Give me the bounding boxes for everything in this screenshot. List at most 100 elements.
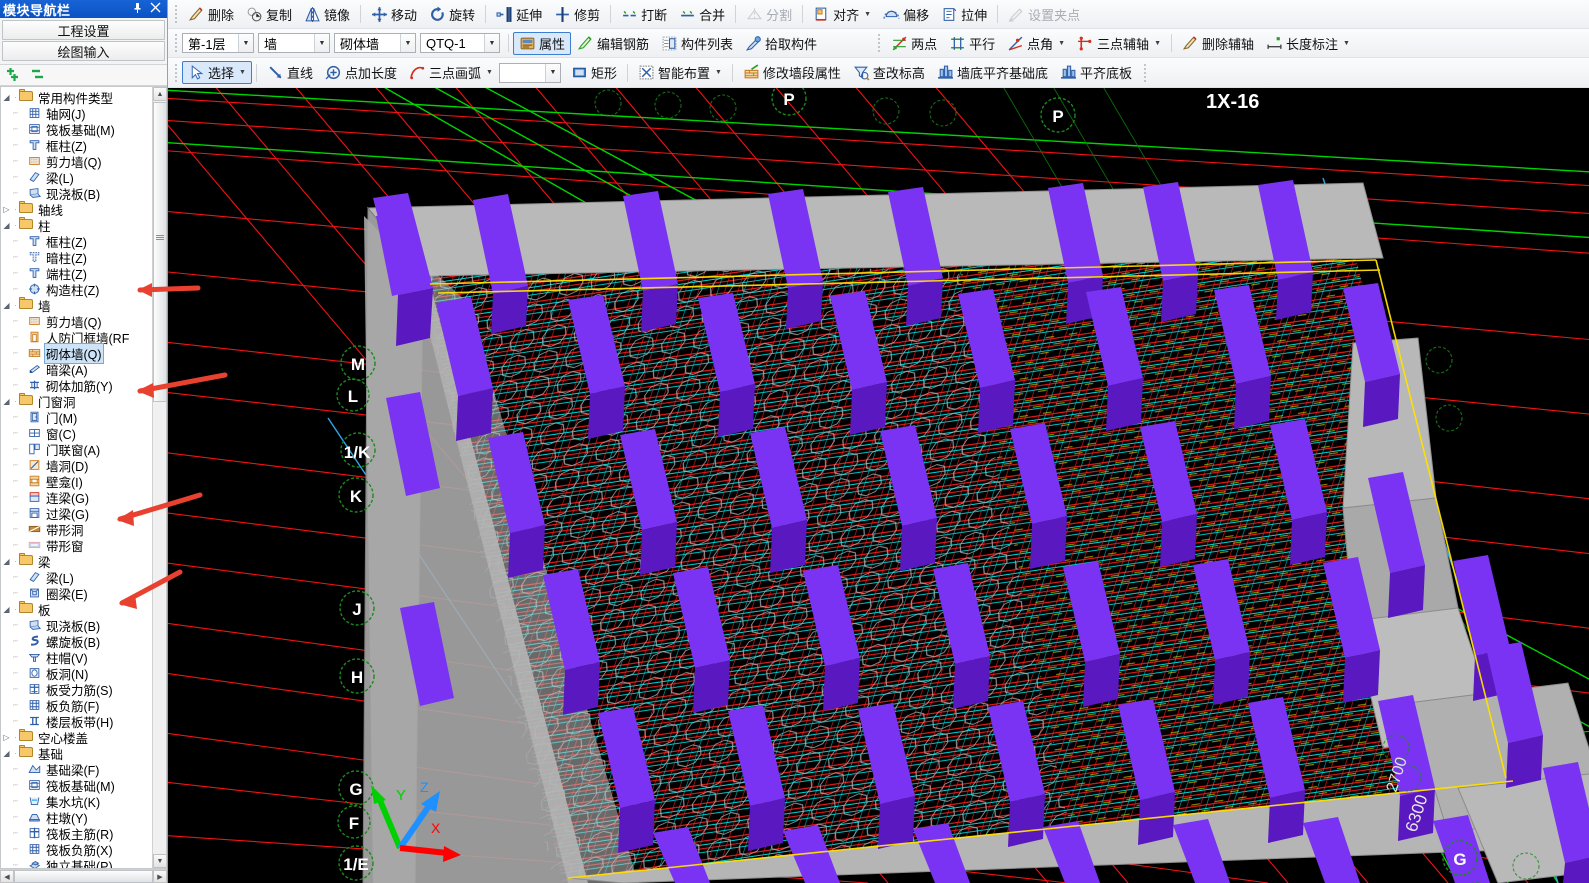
extend-button[interactable]: 延伸	[490, 3, 548, 26]
merge-button[interactable]: 合并	[673, 3, 731, 26]
expand-collapse-icon-open[interactable]: ◢	[1, 557, 12, 566]
properties-button[interactable]: 属性	[513, 31, 572, 55]
edit-wall-segment-icon	[743, 64, 760, 81]
model-canvas[interactable]: M L 1/K K J H G F 1/E E P P	[168, 88, 1589, 883]
tree-item-6[interactable]: ┄ 现浇板(B)	[1, 185, 152, 202]
cursor-button[interactable]: 选择 ▼	[182, 61, 252, 84]
edit-rebar-button[interactable]: 编辑钢筋	[571, 32, 655, 55]
scroll-right-arrow[interactable]: ▶	[153, 870, 167, 883]
hscroll-thumb[interactable]	[14, 870, 153, 883]
line-button[interactable]: 直线	[261, 61, 319, 84]
chevron-down-icon[interactable]: ▼	[715, 69, 722, 76]
expand-collapse-icon-closed[interactable]: ▷	[1, 733, 12, 742]
draw-mode-select[interactable]: ▼	[498, 62, 561, 83]
scroll-up-arrow[interactable]: ▲	[153, 87, 166, 101]
chevron-down-icon[interactable]: ▼	[238, 34, 253, 52]
align-wall-base-button[interactable]: 墙底平齐基础底	[931, 61, 1054, 84]
eyedropper-button[interactable]: 拾取构件	[739, 32, 823, 55]
chevron-down-icon[interactable]: ▼	[1058, 40, 1065, 47]
tree-item-12[interactable]: ┄ 构造柱(Z)	[1, 281, 152, 298]
three-point-arc-button[interactable]: 三点画弧 ▼	[403, 61, 499, 84]
tree-item-4[interactable]: ┄ 剪力墙(Q)	[1, 153, 152, 170]
trim-button[interactable]: 修剪	[548, 3, 606, 26]
point-angle-axis-button[interactable]: 点角 ▼	[1001, 32, 1071, 55]
tree-group-7[interactable]: ▷ · 轴线	[1, 201, 152, 218]
tree-horizontal-scrollbar[interactable]: ◀ ▶	[0, 869, 167, 883]
tree-group-29[interactable]: ◢ · 梁	[1, 553, 152, 570]
rotate-icon	[429, 6, 446, 23]
rotate-button[interactable]: 旋转	[423, 3, 481, 26]
break-button[interactable]: 打断	[615, 3, 673, 26]
chevron-down-icon[interactable]: ▼	[1154, 40, 1161, 47]
eraser-button[interactable]: 删除	[182, 3, 240, 26]
close-icon[interactable]	[146, 2, 164, 16]
rectangle-icon	[571, 64, 588, 81]
toolbar-grip[interactable]	[172, 63, 179, 82]
toolbar-grip[interactable]	[172, 5, 179, 23]
chevron-down-icon[interactable]: ▼	[484, 34, 499, 52]
align-button[interactable]: 对齐 ▼	[807, 3, 877, 26]
smart-layout-button[interactable]: 智能布置 ▼	[632, 61, 728, 84]
component-select-value: QTQ-1	[426, 35, 466, 51]
expand-collapse-icon-closed[interactable]: ▷	[1, 205, 12, 214]
chevron-down-icon[interactable]: ▼	[486, 69, 493, 76]
pin-icon[interactable]	[128, 2, 146, 17]
tab-project-settings[interactable]: 工程设置	[2, 20, 165, 40]
chevron-down-icon[interactable]: ▼	[239, 69, 246, 76]
collapse-all-button[interactable]	[31, 68, 46, 82]
component-select[interactable]: QTQ-1 ▼	[420, 33, 500, 53]
type-select[interactable]: 砌体墙 ▼	[334, 33, 416, 53]
scroll-down-arrow[interactable]: ▼	[153, 854, 166, 868]
category-select[interactable]: 墙 ▼	[258, 33, 330, 53]
component-tree[interactable]: ◢ · 常用构件类型 ┄ 轴网(J) ┄ 筏板基础(M) ┄ 框柱(Z) ┄ 剪力墙(Q) ┄ 梁(L)…	[1, 87, 152, 868]
delete-axis-button[interactable]: 删除辅轴	[1176, 32, 1260, 55]
tree-connector: ┄	[12, 107, 19, 118]
expand-collapse-icon-open[interactable]: ◢	[1, 749, 12, 758]
scroll-thumb[interactable]	[153, 102, 166, 402]
expand-all-button[interactable]	[6, 68, 21, 82]
two-point-axis-button[interactable]: 两点	[885, 32, 943, 55]
align-slab-bottom-button[interactable]: 平齐底板	[1054, 61, 1138, 84]
rectangle-button[interactable]: 矩形	[565, 61, 623, 84]
tab-drawing-input[interactable]: 绘图输入	[2, 41, 165, 61]
component-list-button[interactable]: 构件列表	[655, 32, 739, 55]
parallel-axis-button[interactable]: 平行	[943, 32, 1001, 55]
button-label: 点角	[1027, 36, 1054, 52]
mirror-button[interactable]: 镜像	[298, 3, 356, 26]
chevron-down-icon[interactable]: ▼	[400, 34, 415, 52]
edit-wall-segment-button[interactable]: 修改墙段属性	[737, 61, 847, 84]
toolbar-grip[interactable]	[172, 34, 179, 52]
expand-collapse-icon-open[interactable]: ◢	[1, 93, 12, 102]
slab-icon	[27, 618, 42, 632]
chevron-down-icon[interactable]: ▼	[1343, 40, 1350, 47]
offset-icon	[883, 6, 900, 23]
tree-connector: ┄	[12, 571, 19, 582]
chevron-down-icon[interactable]: ▼	[314, 34, 329, 52]
model-3d-viewport[interactable]: M L 1/K K J H G F 1/E E P P	[168, 88, 1589, 883]
check-elevation-button[interactable]: 查改标高	[847, 61, 931, 84]
move-button[interactable]: 移动	[365, 3, 423, 26]
tree-item-28[interactable]: ┄ 带形窗	[1, 537, 152, 554]
tree-item-31[interactable]: ┄ 圈梁(E)	[1, 585, 152, 602]
toolbar-separator	[1171, 34, 1172, 52]
stretch-button[interactable]: 拉伸	[935, 3, 993, 26]
toolbar-grip[interactable]	[1142, 63, 1149, 82]
length-dimension-button[interactable]: 长度标注 ▼	[1260, 32, 1356, 55]
offset-button[interactable]: 偏移	[877, 3, 935, 26]
scroll-left-arrow[interactable]: ◀	[0, 870, 14, 883]
folder-open-icon	[19, 553, 34, 568]
expand-collapse-icon-open[interactable]: ◢	[1, 605, 12, 614]
chevron-down-icon[interactable]: ▼	[864, 11, 871, 18]
three-point-axis-button[interactable]: 三点辅轴 ▼	[1071, 32, 1167, 55]
expand-collapse-icon-open[interactable]: ◢	[1, 301, 12, 310]
tree-group-40[interactable]: ▷ · 空心楼盖	[1, 729, 152, 746]
floor-select[interactable]: 第-1层 ▼	[182, 33, 254, 53]
copy-button[interactable]: 复制	[240, 3, 298, 26]
point-length-button[interactable]: 点加长度	[319, 61, 403, 84]
toolbar-grip[interactable]	[875, 34, 882, 52]
expand-collapse-icon-open[interactable]: ◢	[1, 221, 12, 230]
expand-collapse-icon-open[interactable]: ◢	[1, 397, 12, 406]
tree-vertical-scrollbar[interactable]: ▲ ▼	[152, 87, 166, 868]
tree-item-48[interactable]: ┄ 独立基础(P)	[1, 857, 152, 868]
chevron-down-icon[interactable]: ▼	[544, 63, 560, 82]
